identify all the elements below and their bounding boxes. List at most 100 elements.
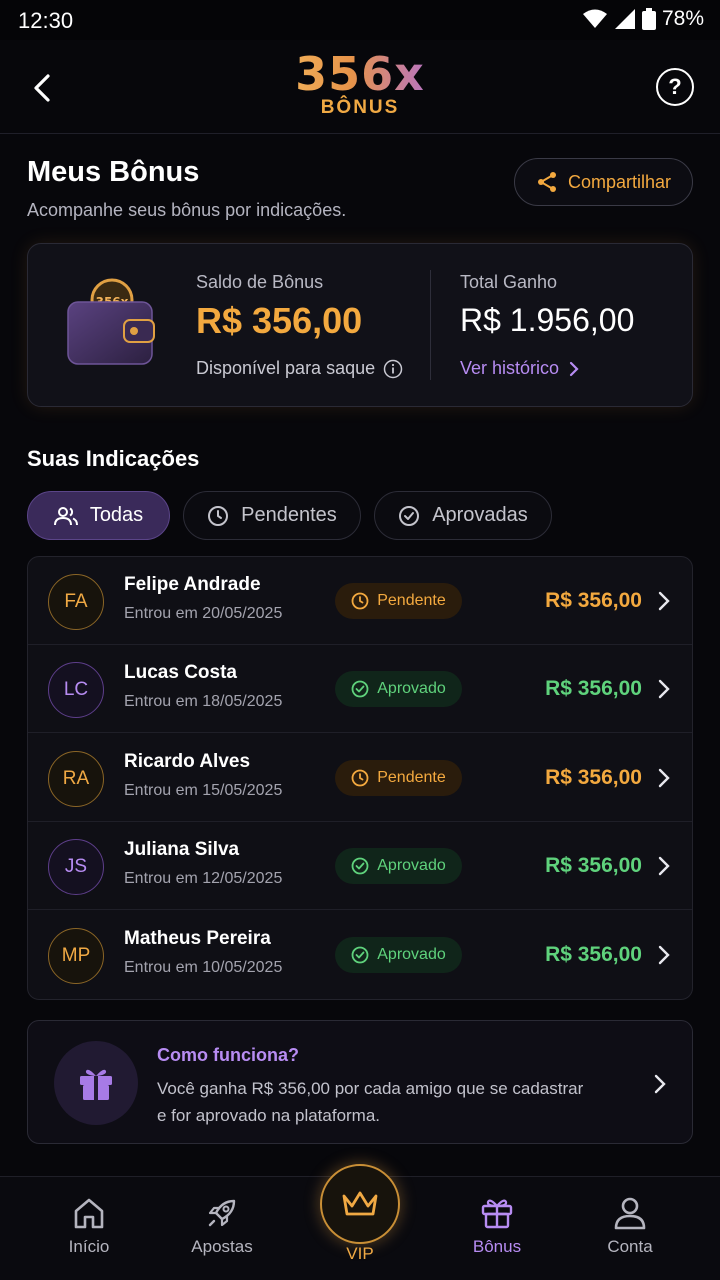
status-badge: Aprovado: [335, 671, 462, 707]
referral-name: Matheus Pereira: [124, 928, 271, 949]
referral-date: Entrou em 15/05/2025: [124, 782, 283, 799]
avatar: MP: [48, 928, 104, 984]
clock-icon: [351, 592, 369, 610]
check-circle-icon: [351, 946, 369, 964]
page-subtitle: Acompanhe seus bônus por indicações.: [27, 200, 347, 220]
how-it-works-text: Você ganha R$ 356,00 por cada amigo que …: [157, 1079, 584, 1125]
chevron-right-icon: [658, 591, 670, 611]
referral-name: Juliana Silva: [124, 839, 240, 860]
filter-approved[interactable]: Aprovadas: [374, 491, 552, 540]
referral-name: Ricardo Alves: [124, 751, 251, 772]
referral-amount: R$ 356,00: [545, 854, 642, 877]
referral-amount: R$ 356,00: [545, 589, 642, 612]
nav-account[interactable]: Conta: [575, 1195, 685, 1257]
avatar: FA: [48, 574, 104, 630]
status-time: 12:30: [18, 8, 74, 33]
status-label: Pendente: [377, 769, 446, 786]
avatar: JS: [48, 839, 104, 895]
bonus-balance-value: R$ 356,00: [196, 300, 363, 341]
share-label: Compartilhar: [567, 171, 672, 192]
rocket-icon: [208, 1199, 236, 1227]
filter-all-label: Todas: [89, 504, 144, 526]
nav-bets[interactable]: Apostas: [167, 1195, 277, 1257]
status-label: Aprovado: [377, 946, 446, 963]
wallet-icon: 356x: [67, 278, 155, 365]
chevron-right-icon: [658, 856, 670, 876]
total-earned-label: Total Ganho: [460, 272, 558, 292]
referral-name: Lucas Costa: [124, 662, 237, 683]
referrals-title: Suas Indicações: [27, 446, 200, 471]
card-divider: [430, 270, 431, 380]
status-badge: Aprovado: [335, 937, 462, 973]
chevron-right-icon: [658, 679, 670, 699]
referral-amount: R$ 356,00: [545, 943, 642, 966]
clock-icon: [351, 769, 369, 787]
check-circle-icon: [399, 505, 420, 526]
chevron-right-icon: [658, 945, 670, 965]
app-header: 356x BÔNUS ?: [0, 40, 720, 134]
battery-percent: 78%: [661, 7, 704, 30]
gift-icon: [481, 1199, 513, 1229]
page-title: Meus Bônus: [27, 156, 200, 188]
nav-bets-label: Apostas: [191, 1237, 253, 1256]
view-history-label: Ver histórico: [460, 358, 560, 378]
how-it-works-card[interactable]: Como funciona? Você ganha R$ 356,00 por …: [27, 1020, 693, 1144]
status-icons: 78%: [582, 7, 704, 31]
referral-row[interactable]: RA Ricardo Alves Entrou em 15/05/2025 Pe…: [28, 734, 692, 822]
referral-row[interactable]: FA Felipe Andrade Entrou em 20/05/2025 P…: [28, 557, 692, 645]
chevron-right-icon: [658, 768, 670, 788]
filter-all[interactable]: Todas: [27, 491, 170, 540]
status-bar: 12:30 78%: [0, 0, 720, 40]
referral-row[interactable]: MP Matheus Pereira Entrou em 10/05/2025 …: [28, 911, 692, 999]
referral-date: Entrou em 18/05/2025: [124, 693, 283, 710]
status-badge: Pendente: [335, 583, 462, 619]
question-icon: ?: [668, 74, 682, 99]
share-icon: [537, 172, 556, 192]
back-button[interactable]: [22, 68, 62, 108]
chevron-right-icon: [569, 361, 579, 376]
bonus-balance-label: Saldo de Bônus: [196, 272, 324, 292]
nav-bonus-label: Bônus: [472, 1237, 522, 1256]
battery-icon: [641, 8, 656, 30]
referral-amount: R$ 356,00: [545, 766, 642, 789]
status-label: Aprovado: [377, 857, 446, 874]
nav-bonus[interactable]: Bônus: [442, 1195, 552, 1257]
referral-name: Felipe Andrade: [124, 574, 261, 595]
nav-home[interactable]: Início: [34, 1195, 144, 1257]
balance-card: 356x Saldo de Bônus R$ 356,00 Disponível…: [27, 243, 693, 407]
referral-list: FA Felipe Andrade Entrou em 20/05/2025 P…: [27, 556, 693, 1000]
referral-date: Entrou em 20/05/2025: [124, 605, 283, 622]
wifi-icon: [582, 9, 607, 28]
avatar: LC: [48, 662, 104, 718]
status-label: Aprovado: [377, 680, 446, 697]
status-label: Pendente: [377, 592, 446, 609]
total-earned-value: R$ 1.956,00: [460, 302, 635, 338]
brand-logo: 356x BÔNUS: [280, 50, 440, 122]
filter-pending[interactable]: Pendentes: [183, 491, 361, 540]
chevron-left-icon: [34, 74, 50, 102]
share-button[interactable]: Compartilhar: [514, 158, 693, 206]
filter-pending-label: Pendentes: [241, 504, 337, 526]
referral-date: Entrou em 12/05/2025: [124, 870, 283, 887]
referral-row[interactable]: LC Lucas Costa Entrou em 18/05/2025 Apro…: [28, 645, 692, 733]
referral-amount: R$ 356,00: [545, 677, 642, 700]
crown-icon: [342, 1191, 378, 1216]
withdraw-note-text: Disponível para saque: [196, 358, 376, 378]
help-button[interactable]: ?: [656, 68, 694, 106]
view-history-link[interactable]: Ver histórico: [460, 358, 579, 379]
check-circle-icon: [351, 680, 369, 698]
status-badge: Aprovado: [335, 848, 462, 884]
referral-row[interactable]: JS Juliana Silva Entrou em 12/05/2025 Ap…: [28, 822, 692, 910]
avatar: RA: [48, 751, 104, 807]
nav-vip-button[interactable]: [320, 1164, 400, 1244]
logo-main-text: 356x: [280, 50, 440, 98]
filter-approved-label: Aprovadas: [432, 504, 528, 526]
withdraw-note: Disponível para saque: [196, 358, 403, 379]
referral-date: Entrou em 10/05/2025: [124, 959, 283, 976]
info-icon[interactable]: [383, 359, 403, 379]
home-icon: [74, 1198, 104, 1229]
user-icon: [614, 1197, 646, 1230]
users-icon: [53, 506, 78, 525]
chevron-right-icon: [654, 1074, 666, 1094]
status-badge: Pendente: [335, 760, 462, 796]
